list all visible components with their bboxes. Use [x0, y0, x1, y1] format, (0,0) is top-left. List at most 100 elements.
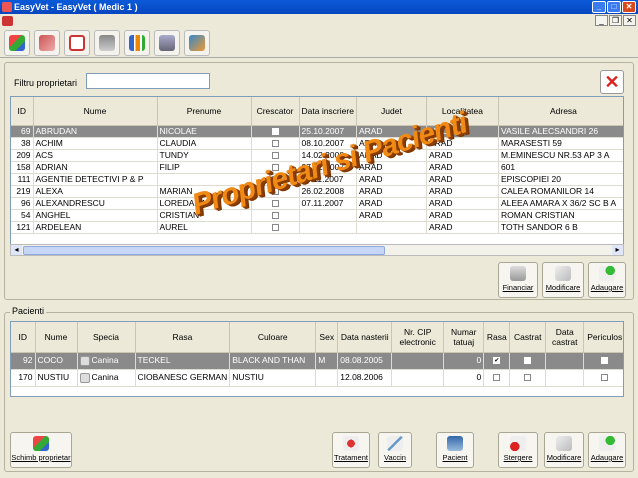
mdi-bar: _ ❐ ✕: [0, 14, 638, 28]
table-row[interactable]: 96 ALEXANDRESCU LOREDANA 07.11.2007 ARAD ARAD…: [11, 197, 623, 210]
column-header[interactable]: Periculos: [583, 322, 623, 353]
scroll-thumb[interactable]: [23, 246, 385, 255]
checkbox[interactable]: [601, 357, 609, 365]
owner-firstname-cell: FILIP: [157, 161, 252, 174]
mdi-restore-button[interactable]: ❐: [609, 15, 622, 26]
sex-cell: [315, 369, 339, 387]
checkbox[interactable]: [493, 374, 501, 382]
calendar-button[interactable]: [64, 30, 90, 56]
column-header[interactable]: Nume: [35, 322, 78, 353]
flag-cell: [509, 369, 547, 387]
owner-name-cell: ABRUDAN: [33, 125, 158, 138]
chip-cell: [391, 352, 445, 370]
owners-button[interactable]: [4, 30, 30, 56]
breed-cell: TECKEL: [135, 352, 231, 370]
clear-filter-icon[interactable]: ✕: [600, 70, 624, 94]
column-header[interactable]: Data inscriere: [299, 97, 357, 126]
checkbox[interactable]: [271, 139, 279, 147]
tratament-button[interactable]: Tratament: [332, 432, 370, 468]
column-header[interactable]: Adresa: [498, 97, 623, 126]
stergere-button[interactable]: Stergere: [498, 432, 538, 468]
table-row[interactable]: 54 ANGHEL CRISTIAN ARAD ARAD ROMAN CRISTIAN: [11, 209, 623, 222]
checkbox[interactable]: [271, 223, 279, 231]
owner-id-cell: 69: [11, 125, 34, 138]
column-header[interactable]: Specia: [77, 322, 136, 353]
checkbox[interactable]: [493, 357, 501, 365]
register-date-cell: [299, 221, 357, 234]
mdi-icon[interactable]: [2, 16, 13, 26]
city-cell: ARAD: [426, 161, 499, 174]
column-header[interactable]: Nr. CIP electronic: [391, 322, 445, 353]
minimize-button[interactable]: _: [592, 1, 606, 13]
table-row[interactable]: 121 ARDELEAN AUREL ARAD TOTH SANDOR 6 B: [11, 221, 623, 234]
patient-name-cell: NUSTIU: [35, 369, 78, 387]
dangerous-cell: [583, 369, 623, 387]
reports-icon: [129, 35, 145, 51]
mdi-minimize-button[interactable]: _: [595, 15, 608, 26]
column-header[interactable]: Rasa: [135, 322, 231, 353]
table-row[interactable]: 170 NUSTIU Canina CIOBANESC GERMAN NUSTIU 12.…: [11, 369, 623, 387]
patients-table: ID Nume Specia Rasa Culoare Sex Data nasterii N…: [10, 321, 624, 397]
mdi-close-button[interactable]: ✕: [623, 15, 636, 26]
owner-id-cell: 38: [11, 137, 34, 150]
checkbox[interactable]: [601, 374, 609, 382]
column-header[interactable]: Rasa: [483, 322, 511, 353]
column-header[interactable]: Data castrat: [545, 322, 585, 353]
owner-id-cell: 54: [11, 209, 34, 222]
checkbox[interactable]: [524, 357, 532, 365]
column-header[interactable]: Prenume: [157, 97, 252, 126]
column-header[interactable]: Numar tatuaj: [443, 322, 485, 353]
owner-adaugare-button[interactable]: Adaugare: [588, 262, 626, 298]
owner-modificare-button[interactable]: Modificare: [542, 262, 584, 298]
checkbox[interactable]: [271, 199, 279, 207]
patient-id-cell: 92: [11, 352, 36, 370]
owner-id-cell: 219: [11, 185, 34, 198]
close-button[interactable]: ✕: [622, 1, 636, 13]
column-header[interactable]: Castrat: [509, 322, 547, 353]
patients-icon: [39, 35, 55, 51]
owner-name-cell: ALEXA: [33, 185, 158, 198]
owners-hscrollbar[interactable]: ◂ ▸: [10, 244, 624, 256]
scroll-right-icon[interactable]: ▸: [612, 245, 623, 255]
table-row[interactable]: 92 COCO Canina TECKEL BLACK AND THAN M 08.08.2…: [11, 352, 623, 370]
reports-button[interactable]: [124, 30, 150, 56]
financiar-button[interactable]: Financiar: [498, 262, 538, 298]
calendar-icon: [69, 35, 85, 51]
checkbox[interactable]: [271, 151, 279, 159]
table-row[interactable]: 69 ABRUDAN NICOLAE 25.10.2007 ARAD LIPOVA VASI…: [11, 125, 623, 138]
address-cell: EPISCOPIEI 20: [498, 173, 623, 186]
column-header[interactable]: ID: [11, 322, 36, 353]
vaccin-button[interactable]: Vaccin: [378, 432, 412, 468]
patient-modificare-label: Modificare: [546, 453, 582, 462]
users-button[interactable]: [184, 30, 210, 56]
patients-button[interactable]: [34, 30, 60, 56]
patient-modificare-button[interactable]: Modificare: [544, 432, 584, 468]
column-header[interactable]: Nume: [33, 97, 158, 126]
owner-name-cell: ANGHEL: [33, 209, 158, 222]
checkbox[interactable]: [524, 374, 532, 382]
checkbox[interactable]: [271, 211, 279, 219]
chip-cell: [391, 369, 445, 387]
clinic-button[interactable]: [94, 30, 120, 56]
crescator-cell: [251, 137, 300, 150]
schimb-label: Schimb proprietar: [11, 453, 71, 462]
column-header[interactable]: Data nasterii: [337, 322, 393, 353]
cart-button[interactable]: [154, 30, 180, 56]
schimb-proprietar-button[interactable]: Schimb proprietar: [10, 432, 72, 468]
column-header[interactable]: Sex: [315, 322, 339, 353]
column-header[interactable]: Crescator: [251, 97, 300, 126]
patient-adaugare-button[interactable]: Adaugare: [588, 432, 626, 468]
checkbox[interactable]: [271, 127, 279, 135]
owner-filter-input[interactable]: [86, 73, 210, 89]
column-header[interactable]: ID: [11, 97, 34, 126]
table-row[interactable]: 38 ACHIM CLAUDIA 08.10.2007 ARAD ARAD MARASEST…: [11, 137, 623, 150]
pacient-button[interactable]: Pacient: [436, 432, 474, 468]
filter-label: Filtru proprietari: [14, 78, 78, 88]
table-row[interactable]: 219 ALEXA MARIAN 26.02.2008 ARAD ARAD CALEA RO…: [11, 185, 623, 198]
crescator-cell: [251, 209, 300, 222]
maximize-button[interactable]: □: [607, 1, 621, 13]
scroll-left-icon[interactable]: ◂: [11, 245, 22, 255]
column-header[interactable]: Culoare: [229, 322, 317, 353]
delete-icon: [510, 436, 526, 451]
address-cell: CALEA ROMANILOR 14: [498, 185, 623, 198]
